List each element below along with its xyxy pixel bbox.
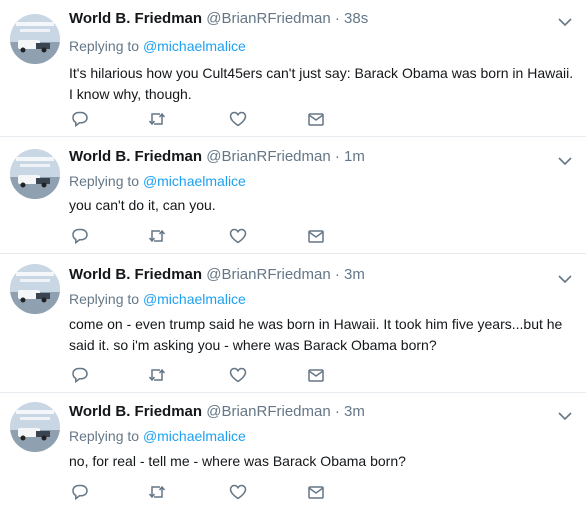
- author-handle[interactable]: @BrianRFriedman: [206, 10, 330, 27]
- tweet[interactable]: World B. Friedman @BrianRFriedman · 3m R…: [0, 254, 586, 393]
- author-name[interactable]: World B. Friedman: [69, 10, 202, 27]
- like-icon[interactable]: [228, 226, 248, 246]
- tweet[interactable]: World B. Friedman @BrianRFriedman · 3m R…: [0, 393, 586, 509]
- reply-icon[interactable]: [70, 482, 90, 502]
- timestamp[interactable]: 1m: [344, 148, 365, 165]
- separator-dot: ·: [334, 266, 340, 283]
- author-name[interactable]: World B. Friedman: [69, 148, 202, 165]
- reply-mention-link[interactable]: @michaelmalice: [143, 38, 246, 54]
- tweet-text: you can't do it, can you.: [69, 197, 216, 213]
- reply-icon[interactable]: [70, 109, 90, 129]
- like-icon[interactable]: [228, 482, 248, 502]
- author-name[interactable]: World B. Friedman: [69, 403, 202, 420]
- retweet-icon[interactable]: [147, 482, 167, 502]
- tweet-text: It's hilarious how you Cult45ers can't j…: [69, 65, 574, 102]
- avatar[interactable]: [10, 149, 60, 199]
- replying-to-label: Replying to: [69, 291, 140, 307]
- replying-to-label: Replying to: [69, 38, 140, 54]
- timestamp[interactable]: 38s: [344, 10, 368, 27]
- separator-dot: ·: [334, 10, 340, 27]
- direct-message-icon[interactable]: [306, 109, 326, 129]
- reply-mention-link[interactable]: @michaelmalice: [143, 428, 246, 444]
- retweet-icon[interactable]: [147, 226, 167, 246]
- reply-icon[interactable]: [70, 226, 90, 246]
- direct-message-icon[interactable]: [306, 482, 326, 502]
- like-icon[interactable]: [228, 365, 248, 385]
- like-icon[interactable]: [228, 109, 248, 129]
- author-handle[interactable]: @BrianRFriedman: [206, 266, 330, 283]
- author-name[interactable]: World B. Friedman: [69, 266, 202, 283]
- chevron-down-icon[interactable]: [558, 271, 572, 284]
- avatar[interactable]: [10, 14, 60, 64]
- reply-icon[interactable]: [70, 365, 90, 385]
- chevron-down-icon[interactable]: [558, 408, 572, 421]
- tweet-text: no, for real - tell me - where was Barac…: [69, 453, 406, 469]
- tweet[interactable]: World B. Friedman @BrianRFriedman · 1m R…: [0, 137, 586, 254]
- author-handle[interactable]: @BrianRFriedman: [206, 148, 330, 165]
- separator-dot: ·: [334, 403, 340, 420]
- replying-to-label: Replying to: [69, 428, 140, 444]
- direct-message-icon[interactable]: [306, 226, 326, 246]
- separator-dot: ·: [334, 148, 340, 165]
- timestamp[interactable]: 3m: [344, 403, 365, 420]
- retweet-icon[interactable]: [147, 109, 167, 129]
- chevron-down-icon[interactable]: [558, 153, 572, 166]
- replying-to-label: Replying to: [69, 173, 140, 189]
- chevron-down-icon[interactable]: [558, 14, 572, 27]
- tweet-text: come on - even trump said he was born in…: [69, 316, 563, 353]
- tweet[interactable]: World B. Friedman @BrianRFriedman · 38s …: [0, 0, 586, 137]
- retweet-icon[interactable]: [147, 365, 167, 385]
- avatar[interactable]: [10, 402, 60, 452]
- reply-mention-link[interactable]: @michaelmalice: [143, 173, 246, 189]
- timestamp[interactable]: 3m: [344, 266, 365, 283]
- reply-mention-link[interactable]: @michaelmalice: [143, 291, 246, 307]
- direct-message-icon[interactable]: [306, 365, 326, 385]
- author-handle[interactable]: @BrianRFriedman: [206, 403, 330, 420]
- avatar[interactable]: [10, 264, 60, 314]
